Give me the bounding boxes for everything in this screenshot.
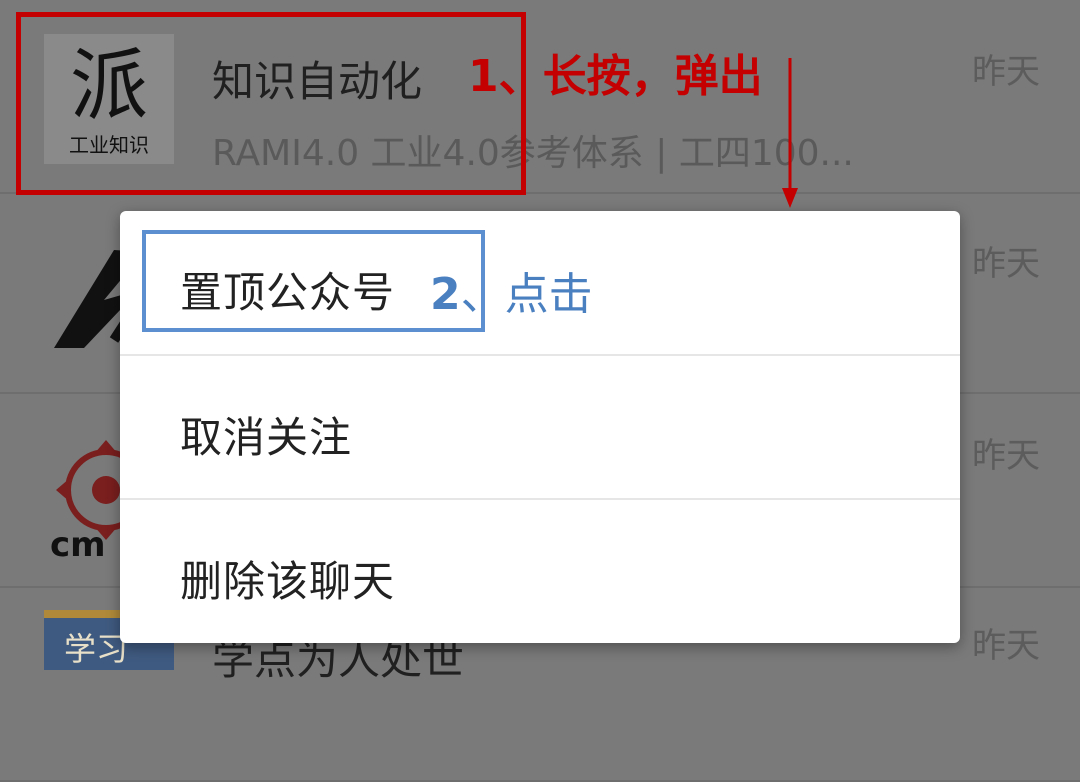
annotation-step2-text: 、点击 — [460, 269, 593, 320]
chat-time: 昨天 — [972, 626, 1040, 666]
menu-item-delete-chat[interactable]: 删除该聊天 — [120, 500, 960, 644]
annotation-step2-number: 2 — [430, 269, 461, 320]
chat-time: 昨天 — [972, 436, 1040, 476]
chat-time: 昨天 — [972, 52, 1040, 92]
arrow-down-icon — [782, 58, 798, 208]
avatar-text: cm — [50, 525, 106, 560]
avatar-text: 学习 — [64, 630, 128, 668]
annotation-step2-label: 2、点击 — [430, 258, 593, 322]
annotation-highlight-long-press — [16, 12, 526, 195]
annotation-step1-label: 1、长按，弹出 — [468, 51, 763, 102]
chat-time: 昨天 — [972, 244, 1040, 284]
menu-item-label: 删除该聊天 — [180, 557, 396, 606]
menu-item-unfollow[interactable]: 取消关注 — [120, 356, 960, 500]
menu-item-label: 取消关注 — [180, 413, 353, 462]
